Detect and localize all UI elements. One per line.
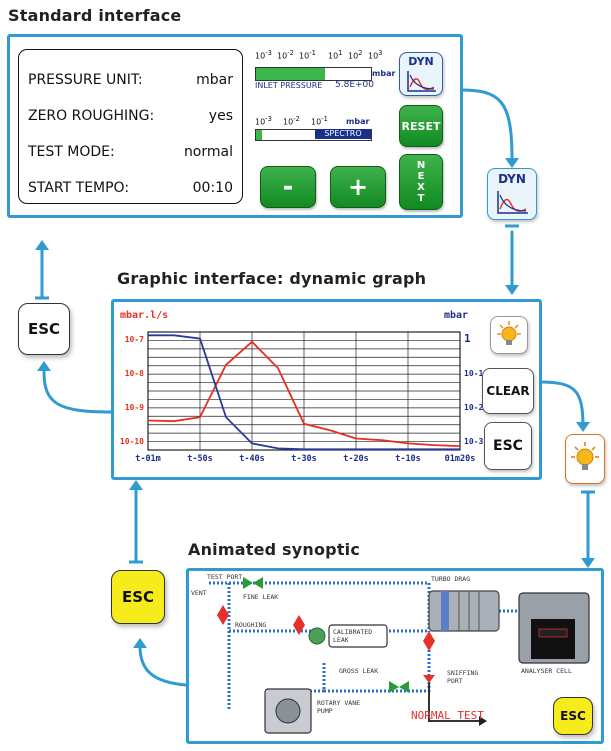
graph-icon bbox=[407, 71, 436, 92]
next-button[interactable]: NEXT bbox=[399, 154, 443, 210]
settings-display: PRESSURE UNIT: mbar ZERO ROUGHING: yes T… bbox=[18, 49, 243, 204]
test-port-label: TEST PORT bbox=[207, 573, 243, 581]
lightbulb-icon bbox=[497, 321, 521, 345]
inlet-pressure-fill bbox=[256, 68, 325, 80]
dyn-button[interactable]: DYN bbox=[399, 52, 443, 96]
minus-button[interactable]: - bbox=[260, 166, 316, 208]
status-label: NORMAL TEST bbox=[411, 709, 484, 722]
left-tick-label: 10-10 bbox=[120, 437, 144, 446]
turbo-pump-shape bbox=[428, 590, 500, 632]
rotary-vane-pump-label: ROTARY VANE PUMP bbox=[317, 699, 361, 715]
lightbulb-icon bbox=[571, 442, 599, 470]
next-letters: NEXT bbox=[417, 160, 425, 204]
left-tick-label: 10-7 bbox=[125, 335, 144, 344]
synoptic-panel: TEST PORT VENT FINE LEAK ROUGHING CALIBR… bbox=[186, 568, 604, 744]
esc-button-yellow[interactable]: ESC bbox=[111, 570, 165, 624]
inlet-pressure-value: 5.8E+00 bbox=[335, 80, 374, 90]
inlet-scale-ticks: 10-3 10-2 10-1 101 102 103 bbox=[255, 49, 383, 61]
reset-button[interactable]: RESET bbox=[399, 105, 443, 147]
x-tick-label: t-30s bbox=[291, 454, 317, 464]
dynamic-graph: 10-7 10-8 10-9 10-10 1 10-1 10-2 10-3 t-01m t-50s… bbox=[120, 331, 483, 464]
inlet-unit: mbar bbox=[372, 69, 396, 78]
dyn-button-label: DYN bbox=[408, 55, 434, 68]
right-tick-label: 10-1 bbox=[464, 369, 483, 378]
turbo-drag-label: TURBO DRAG bbox=[431, 575, 471, 583]
start-tempo-value: 00:10 bbox=[192, 180, 233, 196]
next-letter: T bbox=[417, 193, 425, 204]
calibrated-leak-canister bbox=[308, 627, 326, 645]
floating-dyn-button[interactable]: DYN bbox=[487, 168, 537, 220]
spectro-scale-ticks: 10-3 10-2 10-1 bbox=[255, 115, 328, 127]
pressure-unit-value: mbar bbox=[196, 72, 233, 88]
arrow-clear-to-bulb bbox=[538, 380, 585, 428]
inlet-pressure-bar bbox=[255, 67, 372, 81]
analyser-cell-label: ANALYSER CELL bbox=[521, 667, 572, 675]
fine-leak-label: FINE LEAK bbox=[243, 593, 279, 601]
gross-leak-label: GROSS LEAK bbox=[339, 667, 379, 675]
left-tick-label: 10-8 bbox=[125, 369, 144, 378]
test-mode-label: TEST MODE: bbox=[28, 144, 115, 160]
x-tick-label: t-20s bbox=[343, 454, 369, 464]
x-tick-label: t-10s bbox=[395, 454, 421, 464]
test-mode-value: normal bbox=[183, 144, 233, 160]
x-tick-label: t-40s bbox=[239, 454, 265, 464]
floating-dyn-label: DYN bbox=[498, 172, 526, 186]
light-button[interactable] bbox=[490, 316, 528, 354]
standard-interface-panel: PRESSURE UNIT: mbar ZERO ROUGHING: yes T… bbox=[7, 34, 463, 218]
next-letter: E bbox=[417, 171, 425, 182]
graph-esc-button[interactable]: ESC bbox=[484, 422, 532, 470]
x-tick-label: 01m20s bbox=[445, 454, 476, 464]
arrow-dyn-connector bbox=[458, 88, 514, 160]
calibrated-leak-label: CALIBRATED LEAK bbox=[333, 628, 373, 644]
spectro-label: SPECTRO bbox=[315, 129, 371, 139]
right-tick-label: 10-3 bbox=[464, 437, 483, 446]
roughing-label: ROUGHING bbox=[235, 621, 267, 629]
x-tick-label: t-50s bbox=[187, 454, 213, 464]
floating-light-button[interactable] bbox=[565, 434, 605, 484]
sniffing-port-label: SNIFFING PORT bbox=[447, 669, 479, 685]
zero-roughing-label: ZERO ROUGHING: bbox=[28, 108, 155, 124]
pressure-unit-label: PRESSURE UNIT: bbox=[28, 72, 143, 88]
inlet-pressure-label: INLET PRESSURE bbox=[255, 81, 323, 90]
x-tick-label: t-01m bbox=[135, 454, 161, 464]
next-letter: N bbox=[416, 160, 426, 171]
clear-button[interactable]: CLEAR bbox=[482, 368, 534, 414]
vent-label: VENT bbox=[191, 589, 207, 597]
spectro-fill bbox=[256, 130, 262, 140]
zero-roughing-value: yes bbox=[208, 108, 233, 124]
right-tick-label: 10-2 bbox=[464, 403, 483, 412]
next-letter: X bbox=[417, 182, 425, 193]
start-tempo-label: START TEMPO: bbox=[28, 180, 130, 196]
spectro-unit: mbar bbox=[346, 117, 370, 126]
esc-button-left[interactable]: ESC bbox=[18, 303, 70, 355]
graph-icon bbox=[497, 191, 528, 214]
right-tick-label: 1 bbox=[464, 332, 471, 345]
left-tick-label: 10-9 bbox=[125, 403, 144, 412]
synoptic-esc-button[interactable]: ESC bbox=[553, 697, 593, 735]
arrow-synoptic-to-esc bbox=[138, 644, 188, 687]
arrow-graph-to-esc bbox=[42, 370, 114, 414]
plus-button[interactable]: + bbox=[330, 166, 386, 208]
graphic-interface-panel: mbar.l/s mbar 10-7 10-8 10-9 10-10 1 10-1 10-2… bbox=[111, 299, 542, 480]
